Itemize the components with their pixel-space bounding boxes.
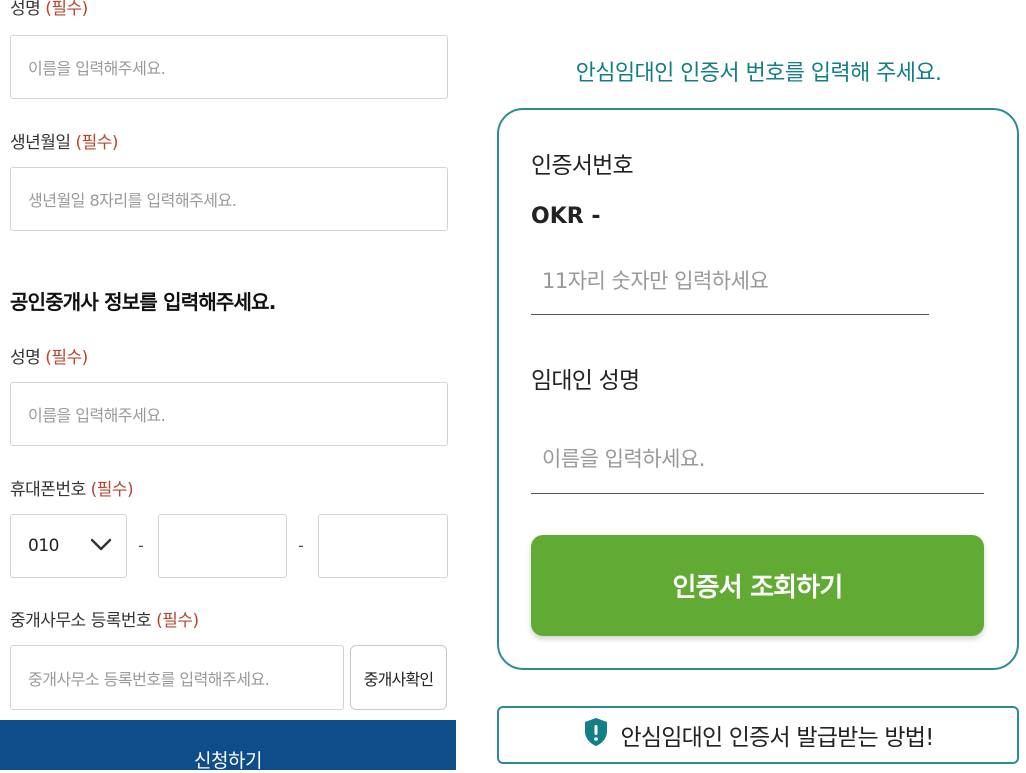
certificate-lookup-button[interactable]: 인증서 조회하기 (531, 535, 984, 636)
landlord-name-input[interactable]: 이름을 입력하세요. (531, 422, 984, 494)
birthdate-input[interactable]: 생년월일 8자리를 입력해주세요. (10, 167, 448, 231)
placeholder: 이름을 입력해주세요. (28, 406, 166, 425)
chevron-down-icon (90, 537, 112, 556)
birthdate-label: 생년월일 (필수) (10, 133, 119, 153)
office-number-label: 중개사무소 등록번호 (필수) (10, 611, 199, 631)
phone-prefix-select[interactable]: 010 (10, 514, 127, 578)
office-number-input[interactable]: 중개사무소 등록번호를 입력해주세요. (10, 645, 344, 710)
placeholder: 생년월일 8자리를 입력해주세요. (28, 191, 237, 210)
agent-check-button[interactable]: 중개사확인 (350, 645, 447, 710)
agent-name-label: 성명 (필수) (10, 348, 88, 368)
certificate-heading: 안심임대인 인증서 번호를 입력해 주세요. (575, 61, 942, 86)
applicant-name-label: 성명 (필수) (10, 0, 88, 19)
placeholder: 이름을 입력해주세요. (28, 59, 166, 78)
certificate-number-label: 인증서번호 (531, 153, 634, 179)
phone-dash-1: - (138, 536, 144, 555)
phone-last-input[interactable] (318, 514, 448, 578)
placeholder: 11자리 숫자만 입력하세요 (542, 269, 769, 293)
agent-name-input[interactable]: 이름을 입력해주세요. (10, 382, 448, 446)
placeholder: 중개사무소 등록번호를 입력해주세요. (28, 669, 270, 689)
apply-button[interactable]: 신청하기 (0, 720, 456, 772)
certificate-howto-button[interactable]: 안심임대인 인증서 발급받는 방법! (497, 706, 1019, 764)
phone-middle-input[interactable] (158, 514, 287, 578)
howto-button-label: 안심임대인 인증서 발급받는 방법! (620, 725, 935, 751)
shield-alert-icon (583, 717, 609, 753)
phone-prefix-value: 010 (28, 536, 59, 556)
placeholder: 이름을 입력하세요. (542, 446, 705, 471)
agent-section-title: 공인중개사 정보를 입력해주세요. (10, 290, 276, 314)
landlord-name-label: 임대인 성명 (531, 368, 640, 394)
phone-dash-2: - (298, 536, 304, 555)
apply-button-label: 신청하기 (194, 750, 262, 772)
certificate-number-input[interactable]: 11자리 숫자만 입력하세요 (531, 246, 929, 315)
applicant-name-input[interactable]: 이름을 입력해주세요. (10, 35, 448, 99)
certificate-prefix: OKR - (531, 204, 601, 229)
phone-label: 휴대폰번호 (필수) (10, 480, 134, 500)
